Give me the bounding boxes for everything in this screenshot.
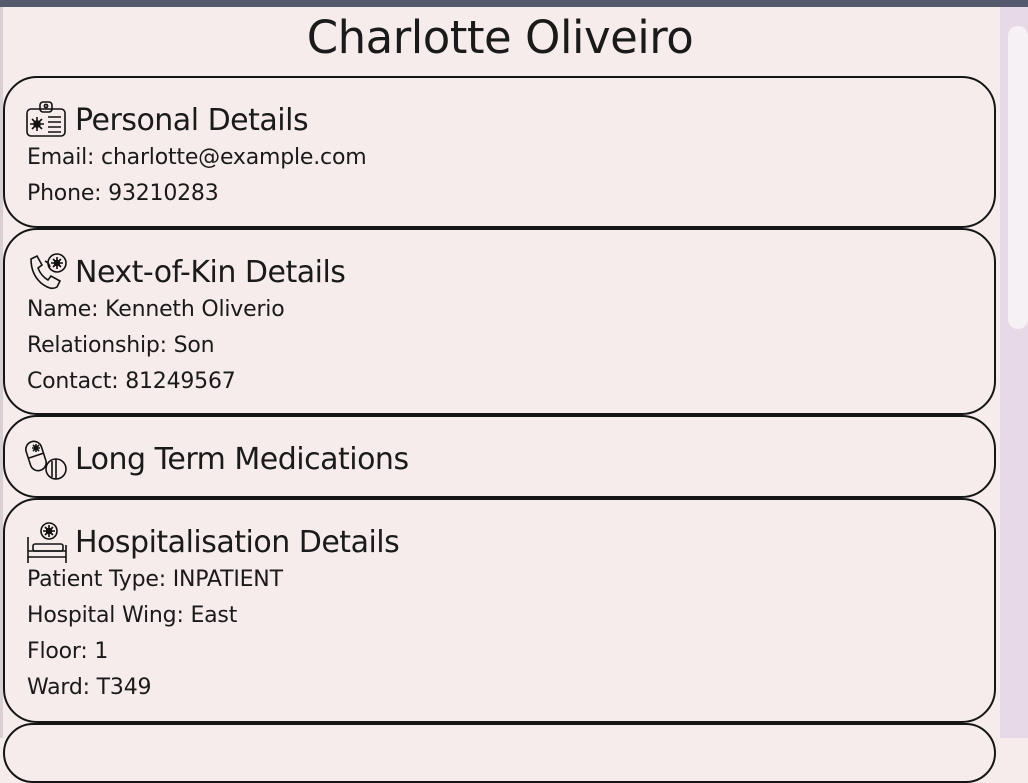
next-of-kin-header: Next-of-Kin Details <box>25 251 346 295</box>
email-field: Email: charlotte@example.com <box>27 145 367 170</box>
personal-details-title: Personal Details <box>75 103 309 138</box>
floor-field: Floor: 1 <box>27 639 109 664</box>
patient-name-title: Charlotte Oliveiro <box>306 11 694 64</box>
hospital-bed-icon <box>27 522 67 563</box>
scrollbar-thumb[interactable] <box>1008 26 1028 329</box>
next-of-kin-card: Next-of-Kin Details Name: Kenneth Oliver… <box>3 228 996 415</box>
next-of-kin-title: Next-of-Kin Details <box>75 255 346 290</box>
id-badge-medical-icon <box>26 101 66 137</box>
medications-card[interactable]: Long Term Medications <box>3 415 996 498</box>
kin-relationship-field: Relationship: Son <box>27 333 215 358</box>
medications-title: Long Term Medications <box>75 442 409 477</box>
kin-name-field: Name: Kenneth Oliverio <box>27 297 285 322</box>
personal-details-card: Personal Details Email: charlotte@exampl… <box>3 76 996 228</box>
next-card-partial <box>3 723 996 783</box>
pills-icon <box>25 440 67 480</box>
patient-type-field: Patient Type: INPATIENT <box>27 567 283 592</box>
hospitalisation-header: Hospitalisation Details <box>25 521 400 565</box>
kin-contact-field: Contact: 81249567 <box>27 369 236 394</box>
hospitalisation-card: Hospitalisation Details Patient Type: IN… <box>3 498 996 723</box>
medications-header: Long Term Medications <box>25 438 409 482</box>
personal-details-header: Personal Details <box>25 99 309 143</box>
phone-medical-icon <box>30 253 67 290</box>
ward-field: Ward: T349 <box>27 675 152 700</box>
phone-field: Phone: 93210283 <box>27 181 219 206</box>
hospitalisation-title: Hospitalisation Details <box>75 525 400 560</box>
window-top-bar <box>0 0 1028 7</box>
hospital-wing-field: Hospital Wing: East <box>27 603 238 628</box>
